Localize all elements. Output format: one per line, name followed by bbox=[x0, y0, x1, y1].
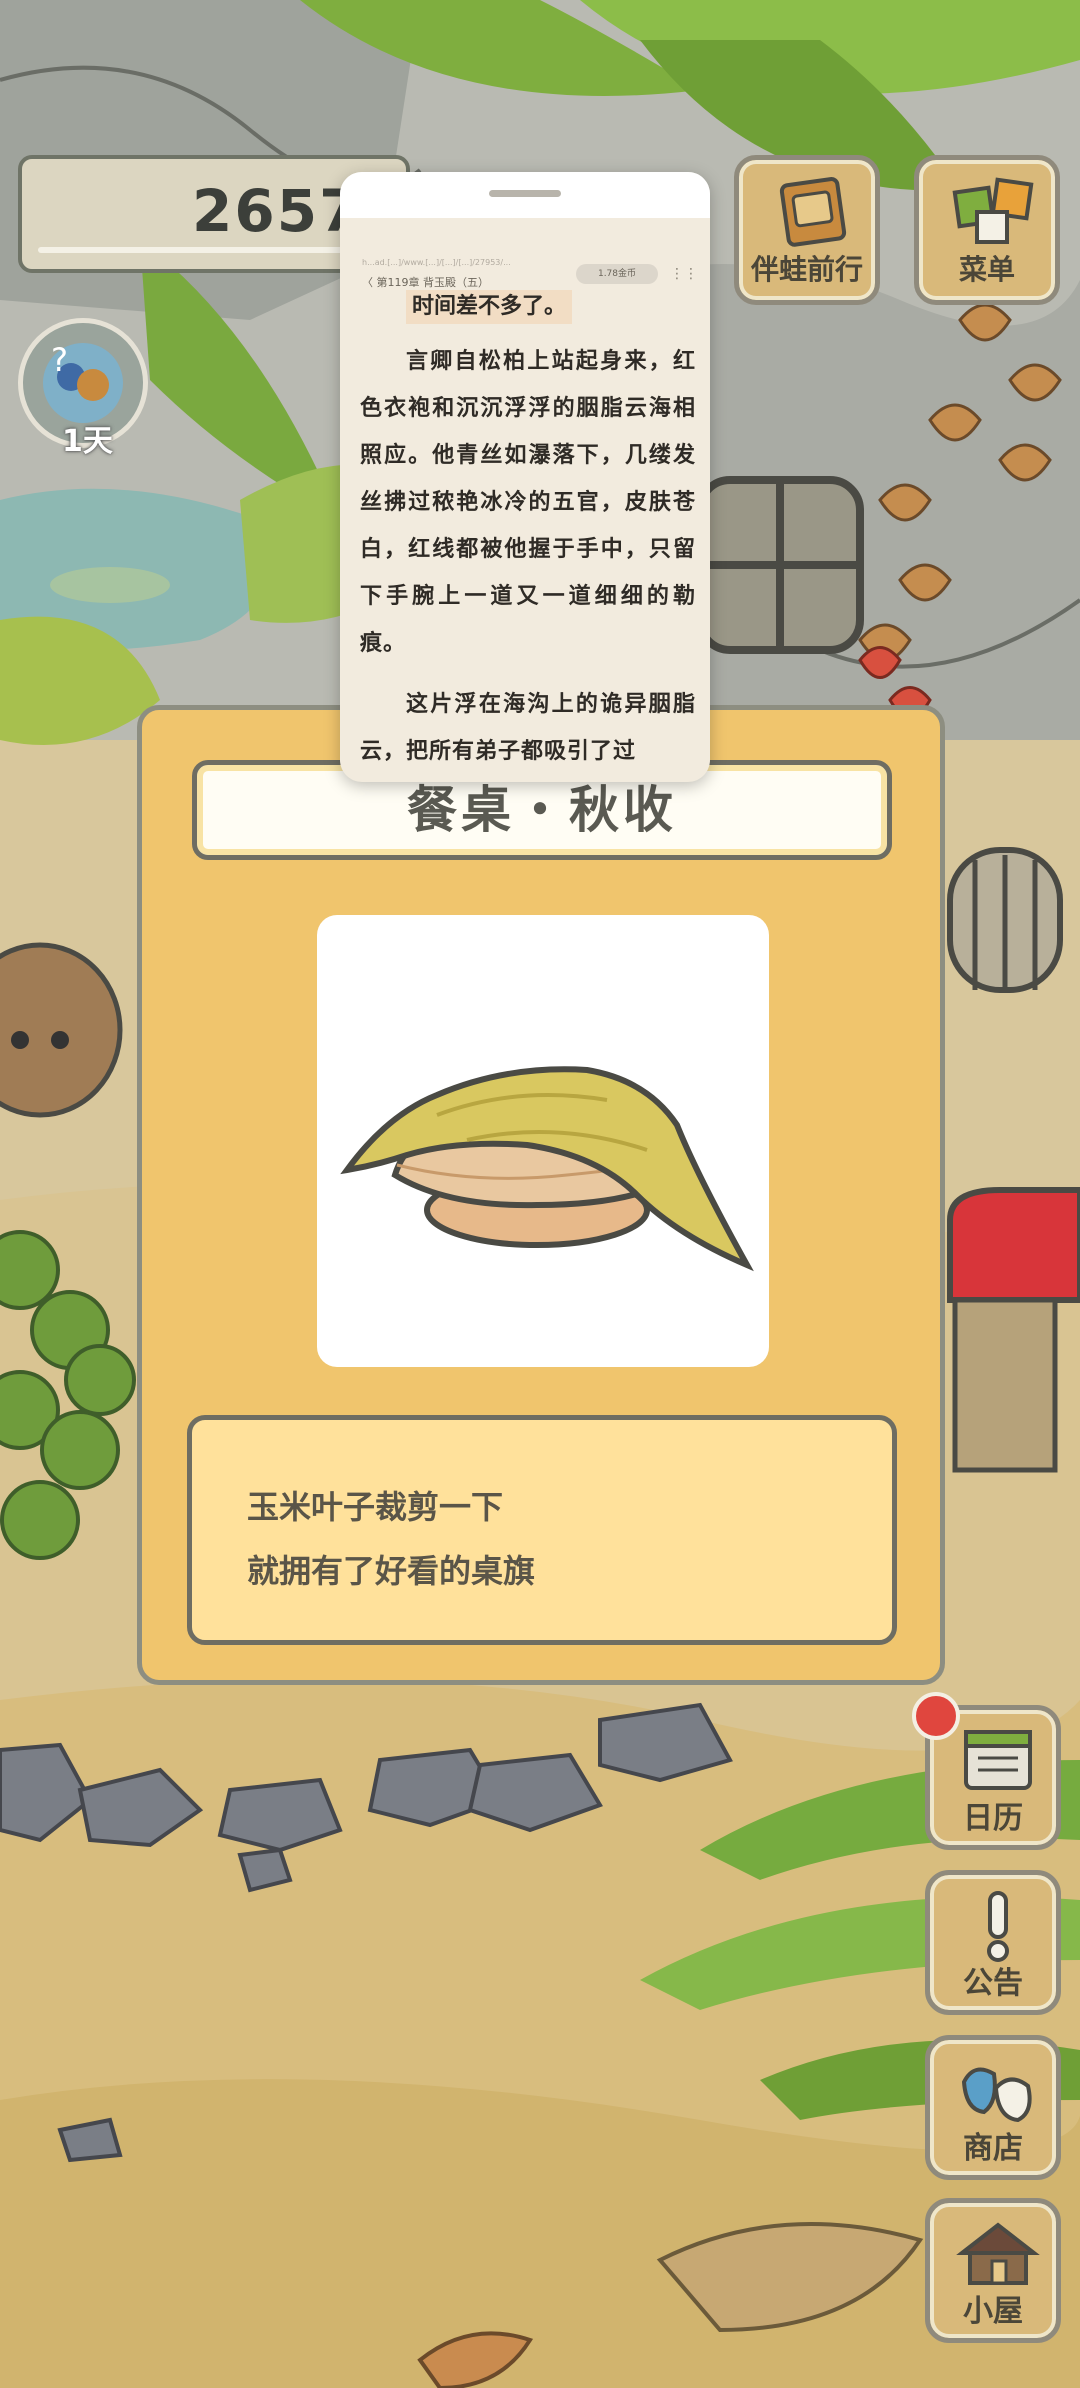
exclamation-icon bbox=[987, 1891, 1009, 1962]
svg-text:?: ? bbox=[51, 341, 68, 379]
item-desc-line-1: 玉米叶子裁剪一下 bbox=[247, 1488, 504, 1526]
menu-cards-icon bbox=[952, 177, 1034, 244]
item-image-frame bbox=[317, 915, 769, 1367]
accompany-frog-label: 伴蛙前行 bbox=[750, 253, 863, 286]
reader-drag-handle[interactable] bbox=[489, 190, 561, 197]
reader-content[interactable]: 时间差不多了。 言卿自松柏上站起身来，红色衣袍和沉沉浮浮的胭脂云海相照应。他青丝… bbox=[360, 290, 696, 775]
game-scene: 2657 ? 1天 伴蛙前行 菜单 餐桌・秋收 玉米叶子裁剪一下 就拥有了好看的… bbox=[0, 0, 1080, 2388]
shop-button[interactable]: 商店 bbox=[925, 2035, 1061, 2180]
item-description: 玉米叶子裁剪一下 就拥有了好看的桌旗 bbox=[187, 1415, 897, 1645]
announcement-button[interactable]: 公告 bbox=[925, 1870, 1061, 2015]
reader-coin-badge[interactable]: 1.78金币 bbox=[576, 264, 658, 284]
announcement-label: 公告 bbox=[963, 1966, 1023, 2001]
notification-dot bbox=[912, 1692, 960, 1740]
reader-grid-icon[interactable]: ⋮⋮ bbox=[670, 266, 698, 282]
reader-chapter-title[interactable]: 〈 第119章 背玉殿（五） bbox=[362, 274, 489, 290]
reader-paragraph-2: 这片浮在海沟上的诡异胭脂云，把所有弟子都吸引了过 bbox=[360, 692, 696, 764]
house-icon bbox=[956, 2222, 1040, 2285]
accompany-frog-button[interactable]: 伴蛙前行 bbox=[734, 155, 880, 305]
reader-paragraph-1: 言卿自松柏上站起身来，红色衣袍和沉沉浮浮的胭脂云海相照应。他青丝如瀑落下，几缕发… bbox=[360, 349, 696, 656]
item-desc-line-2: 就拥有了好看的桌旗 bbox=[247, 1552, 536, 1590]
house-button[interactable]: 小屋 bbox=[925, 2198, 1061, 2343]
day-count: 1天 bbox=[62, 424, 113, 459]
journal-icon bbox=[779, 177, 847, 247]
floating-reader-window[interactable]: h...ad.[...]/www.[...]/[...]/[...]/27953… bbox=[340, 172, 710, 782]
reader-url: h...ad.[...]/www.[...]/[...]/[...]/27953… bbox=[362, 258, 511, 267]
shop-label: 商店 bbox=[963, 2131, 1023, 2166]
shop-bags-icon bbox=[961, 2067, 1032, 2123]
house-label: 小屋 bbox=[963, 2294, 1023, 2329]
reader-highlighted-line: 时间差不多了。 bbox=[406, 290, 573, 324]
calendar-label: 日历 bbox=[963, 1801, 1023, 1836]
corn-leaf-bread-icon bbox=[340, 1066, 754, 1272]
menu-button[interactable]: 菜单 bbox=[914, 155, 1060, 305]
calendar-icon bbox=[964, 1730, 1032, 1790]
counter-underline bbox=[38, 247, 390, 253]
reader-drag-bar[interactable] bbox=[340, 172, 710, 218]
item-detail-card[interactable]: 餐桌・秋收 玉米叶子裁剪一下 就拥有了好看的桌旗 bbox=[137, 705, 945, 1685]
clover-count: 2657 bbox=[192, 177, 362, 245]
menu-label: 菜单 bbox=[958, 253, 1015, 286]
